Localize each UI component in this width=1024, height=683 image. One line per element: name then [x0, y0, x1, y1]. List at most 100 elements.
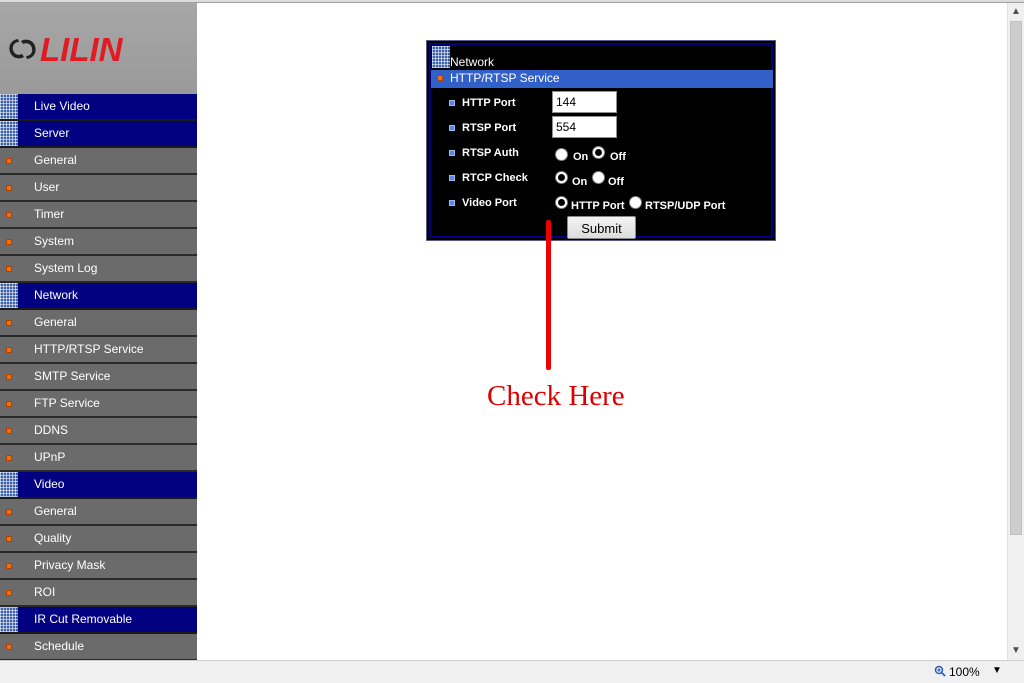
section-grid-icon: [0, 607, 18, 632]
annotation-text: Check Here: [487, 380, 625, 412]
sidebar-item-ddns[interactable]: DDNS: [0, 418, 197, 445]
sidebar-item-label: UPnP: [34, 450, 66, 464]
http-port-label: HTTP Port: [462, 97, 516, 109]
scroll-up-arrow-icon[interactable]: ▲: [1008, 3, 1024, 21]
bullet-icon: [6, 428, 12, 434]
rtcp-check-on-radio[interactable]: [555, 171, 568, 184]
sidebar-item-http-rtsp-service[interactable]: HTTP/RTSP Service: [0, 337, 197, 364]
scroll-down-arrow-icon[interactable]: ▼: [1008, 642, 1024, 660]
sidebar-item-system-log[interactable]: System Log: [0, 256, 197, 283]
bullet-icon: [6, 374, 12, 380]
sidebar-item-system[interactable]: System: [0, 229, 197, 256]
submit-button[interactable]: Submit: [567, 216, 636, 239]
svg-text:LILIN: LILIN: [40, 31, 124, 67]
sidebar-item-label: General: [34, 153, 77, 167]
sidebar-item-timer[interactable]: Timer: [0, 202, 197, 229]
sidebar-item-label: Timer: [34, 207, 65, 221]
section-grid-icon: [0, 472, 18, 497]
sidebar-item-general[interactable]: General: [0, 499, 197, 526]
sidebar-item-general[interactable]: General: [0, 310, 197, 337]
status-bar: 100% ▼: [0, 660, 1024, 683]
rtcp-check-row: RTCP Check On Off: [431, 166, 773, 190]
vertical-scrollbar[interactable]: ▲ ▼: [1007, 3, 1024, 660]
sidebar-item-label: System Log: [34, 261, 98, 275]
rtsp-auth-off-label: Off: [610, 151, 626, 163]
sidebar-menu: Live Video Server General User Timer System Sy…: [0, 94, 197, 660]
sidebar-item-roi[interactable]: ROI: [0, 580, 197, 607]
bullet-icon: [6, 158, 12, 164]
sidebar-section-live-video[interactable]: Live Video: [0, 94, 197, 121]
sidebar-item-label: FTP Service: [34, 396, 100, 410]
sidebar-section-ir-cut-removable[interactable]: IR Cut Removable: [0, 607, 197, 634]
bullet-icon: [437, 75, 443, 81]
sidebar-item-label: General: [34, 315, 77, 329]
bullet-icon: [6, 563, 12, 569]
sidebar-item-label: User: [34, 180, 60, 194]
sidebar-item-quality[interactable]: Quality: [0, 526, 197, 553]
section-grid-icon: [0, 121, 18, 146]
rtsp-port-label: RTSP Port: [462, 122, 517, 134]
sidebar-item-smtp-service[interactable]: SMTP Service: [0, 364, 197, 391]
rtsp-port-row: RTSP Port: [431, 116, 773, 140]
sidebar-item-label: ROI: [34, 585, 56, 599]
sidebar-item-label: HTTP/RTSP Service: [34, 342, 144, 356]
service-header: HTTP/RTSP Service: [431, 70, 773, 88]
video-port-http-label: HTTP Port: [571, 200, 625, 212]
sidebar-section-video[interactable]: Video: [0, 472, 197, 499]
network-panel: Network HTTP/RTSP Service HTTP Port RTSP…: [426, 40, 776, 241]
panel-grid-icon: [432, 46, 450, 68]
rtsp-port-input[interactable]: [552, 116, 617, 138]
square-bullet-icon: [449, 100, 455, 106]
lilin-logo: LILIN: [9, 31, 124, 67]
video-port-http-radio[interactable]: [555, 196, 568, 209]
sidebar-item-general[interactable]: General: [0, 148, 197, 175]
scroll-thumb[interactable]: [1010, 21, 1022, 535]
sidebar-item-label: SMTP Service: [34, 369, 111, 383]
sidebar-item-label: IR Cut Removable: [34, 612, 133, 626]
bullet-icon: [6, 320, 12, 326]
rtsp-auth-label: RTSP Auth: [462, 147, 519, 159]
square-bullet-icon: [449, 125, 455, 131]
sidebar-item-privacy-mask[interactable]: Privacy Mask: [0, 553, 197, 580]
video-port-rtsp-udp-radio[interactable]: [629, 196, 642, 209]
logo-area: LILIN: [0, 3, 197, 94]
rtcp-check-on-label: On: [572, 176, 588, 188]
bullet-icon: [6, 509, 12, 515]
sidebar-item-label: Video: [34, 477, 65, 491]
video-port-label: Video Port: [462, 197, 517, 209]
video-port-rtsp-udp-label: RTSP/UDP Port: [645, 200, 726, 212]
sidebar-item-ftp-service[interactable]: FTP Service: [0, 391, 197, 418]
bullet-icon: [6, 644, 12, 650]
sidebar-item-label: System: [34, 234, 75, 248]
rtsp-auth-on-label: On: [573, 151, 589, 163]
sidebar-item-schedule[interactable]: Schedule: [0, 634, 197, 660]
http-port-input[interactable]: [552, 91, 617, 113]
bullet-icon: [6, 212, 12, 218]
square-bullet-icon: [449, 200, 455, 206]
sidebar-item-label: Privacy Mask: [34, 558, 106, 572]
bullet-icon: [6, 239, 12, 245]
section-grid-icon: [0, 94, 18, 119]
bullet-icon: [6, 455, 12, 461]
bullet-icon: [6, 536, 12, 542]
bullet-icon: [6, 401, 12, 407]
sidebar-section-network[interactable]: Network: [0, 283, 197, 310]
zoom-icon[interactable]: [934, 665, 946, 677]
http-port-row: HTTP Port: [431, 91, 773, 115]
square-bullet-icon: [449, 150, 455, 156]
sidebar-item-user[interactable]: User: [0, 175, 197, 202]
sidebar-item-label: DDNS: [34, 423, 69, 437]
zoom-dropdown-icon[interactable]: ▼: [992, 665, 1002, 676]
sidebar-item-upnp[interactable]: UPnP: [0, 445, 197, 472]
rtsp-auth-on-radio[interactable]: [555, 148, 568, 161]
sidebar-item-label: Quality: [34, 531, 72, 545]
sidebar-item-label: Schedule: [34, 639, 85, 653]
sidebar: LILIN Live Video Server General User Timer Sy…: [0, 3, 197, 660]
annotation-arrow-line: [546, 220, 551, 370]
bullet-icon: [6, 347, 12, 353]
video-port-row: Video Port HTTP Port RTSP/UDP Port: [431, 191, 773, 215]
sidebar-item-label: Live Video: [34, 99, 90, 113]
rtcp-check-off-radio[interactable]: [592, 171, 605, 184]
rtsp-auth-off-radio[interactable]: [592, 146, 605, 159]
sidebar-section-server[interactable]: Server: [0, 121, 197, 148]
